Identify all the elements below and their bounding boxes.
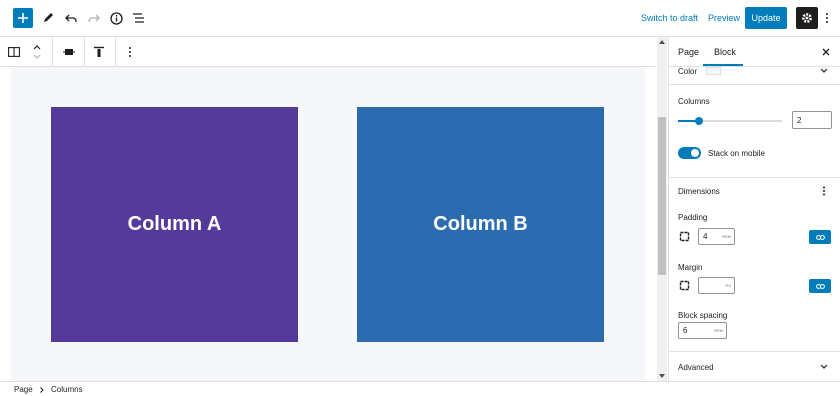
details-button[interactable]: [106, 8, 126, 28]
block-spacing-label: Block spacing: [678, 311, 728, 320]
columns-value: 2: [797, 115, 802, 125]
chevron-up-down-icon: [33, 45, 41, 59]
align-top-icon: [94, 46, 104, 57]
update-button[interactable]: Update: [745, 7, 787, 29]
box-sides-icon[interactable]: [679, 231, 690, 242]
advanced-panel-toggle[interactable]: Advanced: [678, 363, 714, 372]
padding-input[interactable]: 4 REM: [698, 228, 735, 245]
margin-unit[interactable]: PX: [726, 283, 731, 288]
column-b-heading[interactable]: Column B: [433, 213, 527, 236]
preview-link[interactable]: Preview: [708, 13, 740, 23]
undo-button[interactable]: [61, 8, 81, 28]
color-swatch[interactable]: [706, 67, 721, 75]
redo-icon: [88, 14, 100, 22]
columns-number-input[interactable]: 2: [792, 111, 832, 129]
column-a-block[interactable]: Column A: [51, 107, 298, 342]
more-vertical-icon: [129, 47, 131, 57]
scroll-up-icon[interactable]: [659, 40, 665, 44]
dimensions-heading: Dimensions: [678, 187, 720, 196]
active-tab-indicator: [703, 64, 743, 66]
column-a-heading[interactable]: Column A: [128, 213, 222, 236]
dimensions-options-icon[interactable]: [822, 186, 826, 196]
margin-link-sides-button[interactable]: [809, 279, 831, 293]
block-type-button[interactable]: [4, 42, 24, 62]
canvas-scrollbar[interactable]: [657, 37, 667, 381]
add-block-button[interactable]: [13, 8, 33, 28]
padding-link-sides-button[interactable]: [809, 230, 831, 244]
column-b-block[interactable]: Column B: [357, 107, 604, 342]
chevron-down-icon[interactable]: [820, 68, 828, 73]
close-sidebar-button[interactable]: [820, 46, 832, 58]
color-label: Color: [678, 67, 698, 76]
move-block-arrows[interactable]: [27, 41, 47, 63]
editor-canvas: Column A Column B: [11, 67, 645, 381]
toggle-knob: [691, 149, 699, 157]
block-toolbar: [0, 37, 657, 67]
margin-label: Margin: [678, 263, 703, 272]
scrollbar-thumb[interactable]: [658, 117, 666, 275]
stack-on-mobile-toggle[interactable]: [678, 147, 701, 159]
tab-block[interactable]: Block: [714, 47, 736, 57]
editor-top-toolbar: Switch to draft Preview Update: [0, 0, 840, 37]
link-icon: [815, 283, 825, 289]
columns-range-thumb[interactable]: [695, 117, 703, 125]
padding-label: Padding: [678, 213, 708, 222]
padding-unit[interactable]: REM: [722, 234, 731, 239]
breadcrumb-page[interactable]: Page: [14, 385, 33, 394]
chevron-down-icon[interactable]: [820, 364, 828, 369]
vertical-alignment-button[interactable]: [89, 42, 109, 62]
padding-value: 4: [703, 232, 708, 241]
options-menu-button[interactable]: [820, 8, 834, 28]
scroll-down-icon[interactable]: [659, 374, 665, 378]
columns-label: Columns: [678, 97, 710, 106]
columns-icon: [8, 47, 20, 57]
block-breadcrumb: Page Columns: [0, 381, 840, 396]
gear-icon: [802, 13, 812, 23]
settings-sidebar: Page Block Color Columns 2 Stack on mobi…: [668, 37, 840, 381]
box-sides-icon[interactable]: [679, 280, 690, 291]
sidebar-tabs: Page Block: [669, 37, 840, 67]
pencil-icon: [44, 13, 53, 22]
info-icon: [109, 11, 123, 25]
chevron-right-icon: [40, 387, 44, 393]
list-view-icon: [132, 13, 144, 23]
edit-tool-button[interactable]: [38, 8, 58, 28]
list-view-button[interactable]: [128, 8, 148, 28]
close-icon: [822, 48, 830, 56]
settings-button[interactable]: [796, 7, 818, 29]
tab-page[interactable]: Page: [678, 47, 699, 57]
margin-input[interactable]: PX: [698, 277, 735, 294]
switch-to-draft-link[interactable]: Switch to draft: [641, 13, 698, 23]
undo-icon: [65, 14, 77, 22]
columns-range-track[interactable]: [678, 117, 782, 125]
more-vertical-icon: [826, 13, 828, 23]
redo-button[interactable]: [84, 8, 104, 28]
breadcrumb-columns[interactable]: Columns: [51, 385, 83, 394]
justify-button[interactable]: [59, 42, 79, 62]
block-spacing-input[interactable]: 6 REM: [678, 322, 727, 339]
justify-center-icon: [63, 49, 75, 55]
link-icon: [815, 234, 825, 240]
stack-on-mobile-label: Stack on mobile: [708, 149, 765, 158]
block-spacing-unit[interactable]: REM: [714, 328, 723, 333]
block-spacing-value: 6: [683, 326, 688, 335]
plus-icon: [18, 13, 28, 23]
block-options-button[interactable]: [120, 42, 140, 62]
